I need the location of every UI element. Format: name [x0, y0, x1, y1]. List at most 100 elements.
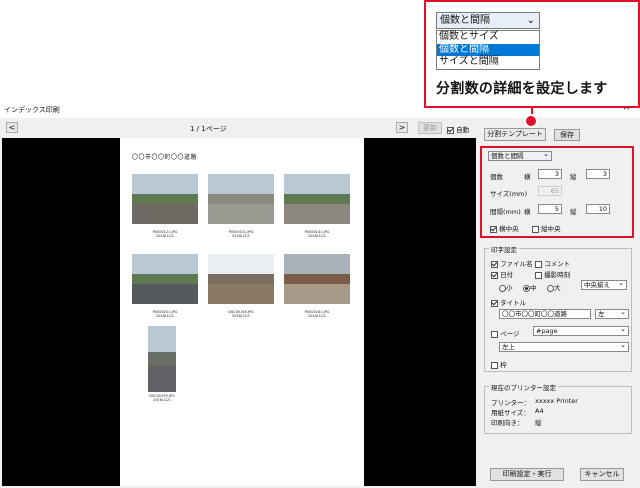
settings-pane: 分割テンプレート 保存 個数と間隔 個数 横 3 縦 3 サイズ(mm) 65 …: [480, 128, 638, 488]
preview-doc-title: 〇〇市〇〇町〇〇道路: [132, 154, 198, 161]
next-page-button[interactable]: >: [396, 122, 408, 133]
save-button[interactable]: 保存: [554, 129, 580, 141]
printer-value: xxxxx Printer: [535, 397, 578, 405]
print-settings-legend: 印字設定: [489, 244, 519, 254]
comment-checkbox[interactable]: コメント: [535, 258, 570, 268]
photo-time-checkbox[interactable]: 撮影時刻: [535, 269, 570, 279]
date-label: 日付: [500, 271, 514, 279]
date-check-icon: [491, 271, 498, 279]
division-template-button[interactable]: 分割テンプレート: [484, 128, 546, 141]
photo-caption: P0000121.JPG 2016/12/1: [152, 230, 178, 238]
printer-label: プリンター：: [491, 399, 530, 407]
comment-check-icon: [535, 260, 542, 268]
title-check-icon: [491, 299, 498, 307]
filename-label: ファイル名: [500, 260, 533, 268]
photo-caption: DSC00158.JPG 2016/12/1: [228, 310, 254, 318]
photo-time-check-icon: [535, 271, 542, 279]
frame-checkbox[interactable]: 枠: [491, 359, 507, 369]
callout-box: 個数と間隔 ⌄ 個数とサイズ 個数と間隔 サイズと間隔 分割数の詳細を設定します: [424, 0, 640, 108]
count-h-label: 横: [524, 173, 531, 181]
size-medium-radio[interactable]: 中: [523, 282, 537, 292]
size-input[interactable]: 65: [538, 186, 562, 196]
page-indicator: 1 / 1ページ: [190, 125, 227, 133]
gap-v-input[interactable]: 10: [586, 204, 610, 214]
dropdown-option[interactable]: 個数とサイズ: [437, 31, 539, 44]
frame-label: 枠: [500, 361, 507, 369]
callout-message: 分割数の詳細を設定します: [436, 81, 608, 97]
printer-settings-group: 現在のプリンター設定 プリンター： xxxxx Printer 用紙サイズ： A…: [484, 382, 632, 434]
photo-thumbnail: [284, 254, 350, 304]
date-checkbox[interactable]: 日付: [491, 269, 513, 279]
window-title: インデックス印刷: [4, 106, 60, 114]
title-input[interactable]: 〇〇市〇〇町〇〇道路: [499, 309, 591, 319]
cancel-button[interactable]: キャンセル: [580, 468, 624, 481]
orientation-value: 縦: [535, 419, 542, 427]
count-h-input[interactable]: 3: [538, 169, 562, 179]
callout-pointer-dot: [524, 114, 538, 128]
center-h-check-icon: [490, 225, 497, 233]
division-mode-select[interactable]: 個数と間隔: [488, 151, 552, 161]
size-label: サイズ(mm): [490, 190, 528, 198]
center-v-checkbox[interactable]: 縦中央: [532, 223, 561, 233]
size-large-label: 大: [554, 284, 561, 292]
callout-dropdown-value: 個数と間隔: [440, 15, 490, 26]
page-format-select[interactable]: #page: [533, 326, 629, 336]
preview-area: 〇〇市〇〇町〇〇道路 P0000121.JPG 2016/12/1 P00001…: [2, 138, 476, 486]
photo-thumbnail: [132, 254, 198, 304]
photo-caption: P0000141.JPG 2016/12/1: [304, 230, 330, 238]
photo-caption: P0000151.JPG 2016/12/1: [152, 310, 178, 318]
auto-check-icon: [447, 126, 454, 134]
page-position-select[interactable]: 左上: [499, 342, 629, 352]
photo-time-label: 撮影時刻: [544, 271, 571, 279]
index-print-window: インデックス印刷 ✕ < 1 / 1ページ > 更新 自動 〇〇市〇〇町〇〇道路…: [0, 100, 640, 488]
filename-checkbox[interactable]: ファイル名: [491, 258, 533, 268]
count-v-label: 縦: [570, 173, 577, 181]
count-label: 個数: [490, 173, 503, 181]
auto-label: 自動: [456, 126, 470, 134]
size-small-label: 小: [506, 284, 513, 292]
center-h-checkbox[interactable]: 横中央: [490, 223, 519, 233]
division-settings-highlight: 個数と間隔 個数 横 3 縦 3 サイズ(mm) 65 間隔(mm) 横 5 縦…: [480, 146, 634, 238]
radio-icon: [547, 284, 554, 292]
gap-h-label: 横: [524, 208, 531, 216]
photo-thumbnail: [208, 174, 274, 224]
page-label: ページ: [500, 330, 520, 338]
title-checkbox[interactable]: タイトル: [491, 297, 526, 307]
center-v-label: 縦中央: [541, 225, 561, 233]
photo-thumbnail: [148, 326, 176, 392]
center-v-check-icon: [532, 225, 539, 233]
gap-label: 間隔(mm): [490, 208, 521, 216]
print-settings-group: 印字設定 ファイル名 コメント 日付 撮影時刻 小 中 大 中央揃え タイトル …: [484, 244, 632, 372]
frame-check-icon: [491, 361, 498, 369]
photo-thumbnail: [208, 254, 274, 304]
size-small-radio[interactable]: 小: [499, 282, 513, 292]
update-button[interactable]: 更新: [418, 122, 442, 134]
title-align-select[interactable]: 左: [595, 309, 629, 319]
comment-label: コメント: [544, 260, 571, 268]
center-h-label: 横中央: [499, 225, 519, 233]
gap-h-input[interactable]: 5: [538, 204, 562, 214]
size-large-radio[interactable]: 大: [547, 282, 561, 292]
title-label: タイトル: [500, 299, 527, 307]
photo-caption: DSC00159.JPG 2016/12/1: [149, 394, 175, 402]
page-checkbox[interactable]: ページ: [491, 328, 519, 338]
chevron-down-icon: ⌄: [526, 15, 535, 26]
size-medium-label: 中: [530, 284, 537, 292]
page-check-icon: [491, 330, 498, 338]
callout-dropdown[interactable]: 個数と間隔 ⌄: [436, 12, 540, 29]
photo-caption: P0000161.JPG 2016/12/1: [304, 310, 330, 318]
callout-dropdown-list: 個数とサイズ 個数と間隔 サイズと間隔: [436, 30, 540, 70]
preview-page: 〇〇市〇〇町〇〇道路 P0000121.JPG 2016/12/1 P00001…: [120, 138, 364, 486]
align-select[interactable]: 中央揃え: [581, 280, 627, 290]
dropdown-option-selected[interactable]: 個数と間隔: [437, 43, 539, 57]
printer-settings-legend: 現在のプリンター設定: [489, 382, 558, 392]
prev-page-button[interactable]: <: [6, 122, 18, 133]
print-execute-button[interactable]: 印刷設定・実行: [490, 468, 564, 481]
dropdown-option[interactable]: サイズと間隔: [437, 56, 539, 69]
paper-size-value: A4: [535, 407, 544, 415]
count-v-input[interactable]: 3: [586, 169, 610, 179]
radio-selected-icon: [523, 284, 530, 292]
radio-icon: [499, 284, 506, 292]
photo-thumbnail: [132, 174, 198, 224]
auto-checkbox[interactable]: 自動: [447, 124, 469, 134]
